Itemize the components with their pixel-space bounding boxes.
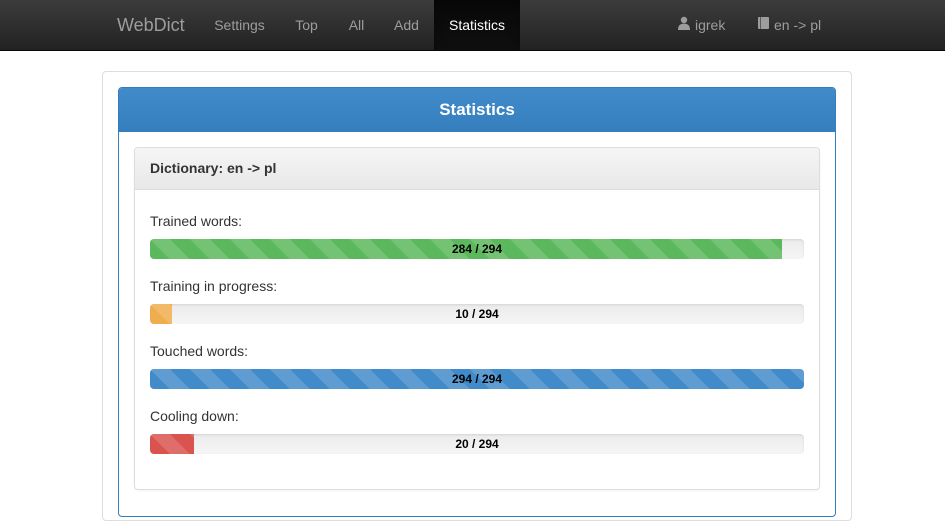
nav-top[interactable]: Top [279, 0, 334, 50]
progress-text-in-progress: 10 / 294 [455, 307, 499, 321]
user-icon [677, 0, 695, 50]
stat-label-cooling: Cooling down: [150, 408, 239, 424]
nav-add[interactable]: Add [379, 0, 434, 50]
progress-cooling: 20 / 294 [150, 434, 804, 454]
progress-trained: 284 / 294 [150, 239, 804, 259]
book-icon [757, 0, 774, 50]
stat-label-trained: Trained words: [150, 213, 243, 229]
user-name: igrek [695, 17, 726, 33]
brand-logo[interactable]: WebDict [117, 0, 185, 50]
stat-label-in-progress: Training in progress: [150, 278, 278, 294]
progress-text-touched: 294 / 294 [451, 372, 503, 386]
progress-touched: 294 / 294 [150, 369, 804, 389]
panel-title: Statistics [119, 88, 835, 132]
stat-label-touched: Touched words: [150, 343, 249, 359]
top-navbar: WebDict Settings Top All Add Statistics … [0, 0, 945, 51]
progress-text-cooling: 20 / 294 [455, 437, 499, 451]
user-menu[interactable]: igrek [677, 0, 725, 50]
dictionary-heading: Dictionary: en -> pl [135, 148, 819, 190]
nav-settings[interactable]: Settings [200, 0, 279, 50]
nav-statistics[interactable]: Statistics [434, 0, 520, 50]
progress-in-progress: 10 / 294 [150, 304, 804, 324]
dictionary-menu[interactable]: en -> pl [757, 0, 821, 50]
dictionary-label: en -> pl [774, 17, 822, 33]
progress-text-trained: 284 / 294 [451, 242, 503, 256]
nav-all[interactable]: All [334, 0, 379, 50]
